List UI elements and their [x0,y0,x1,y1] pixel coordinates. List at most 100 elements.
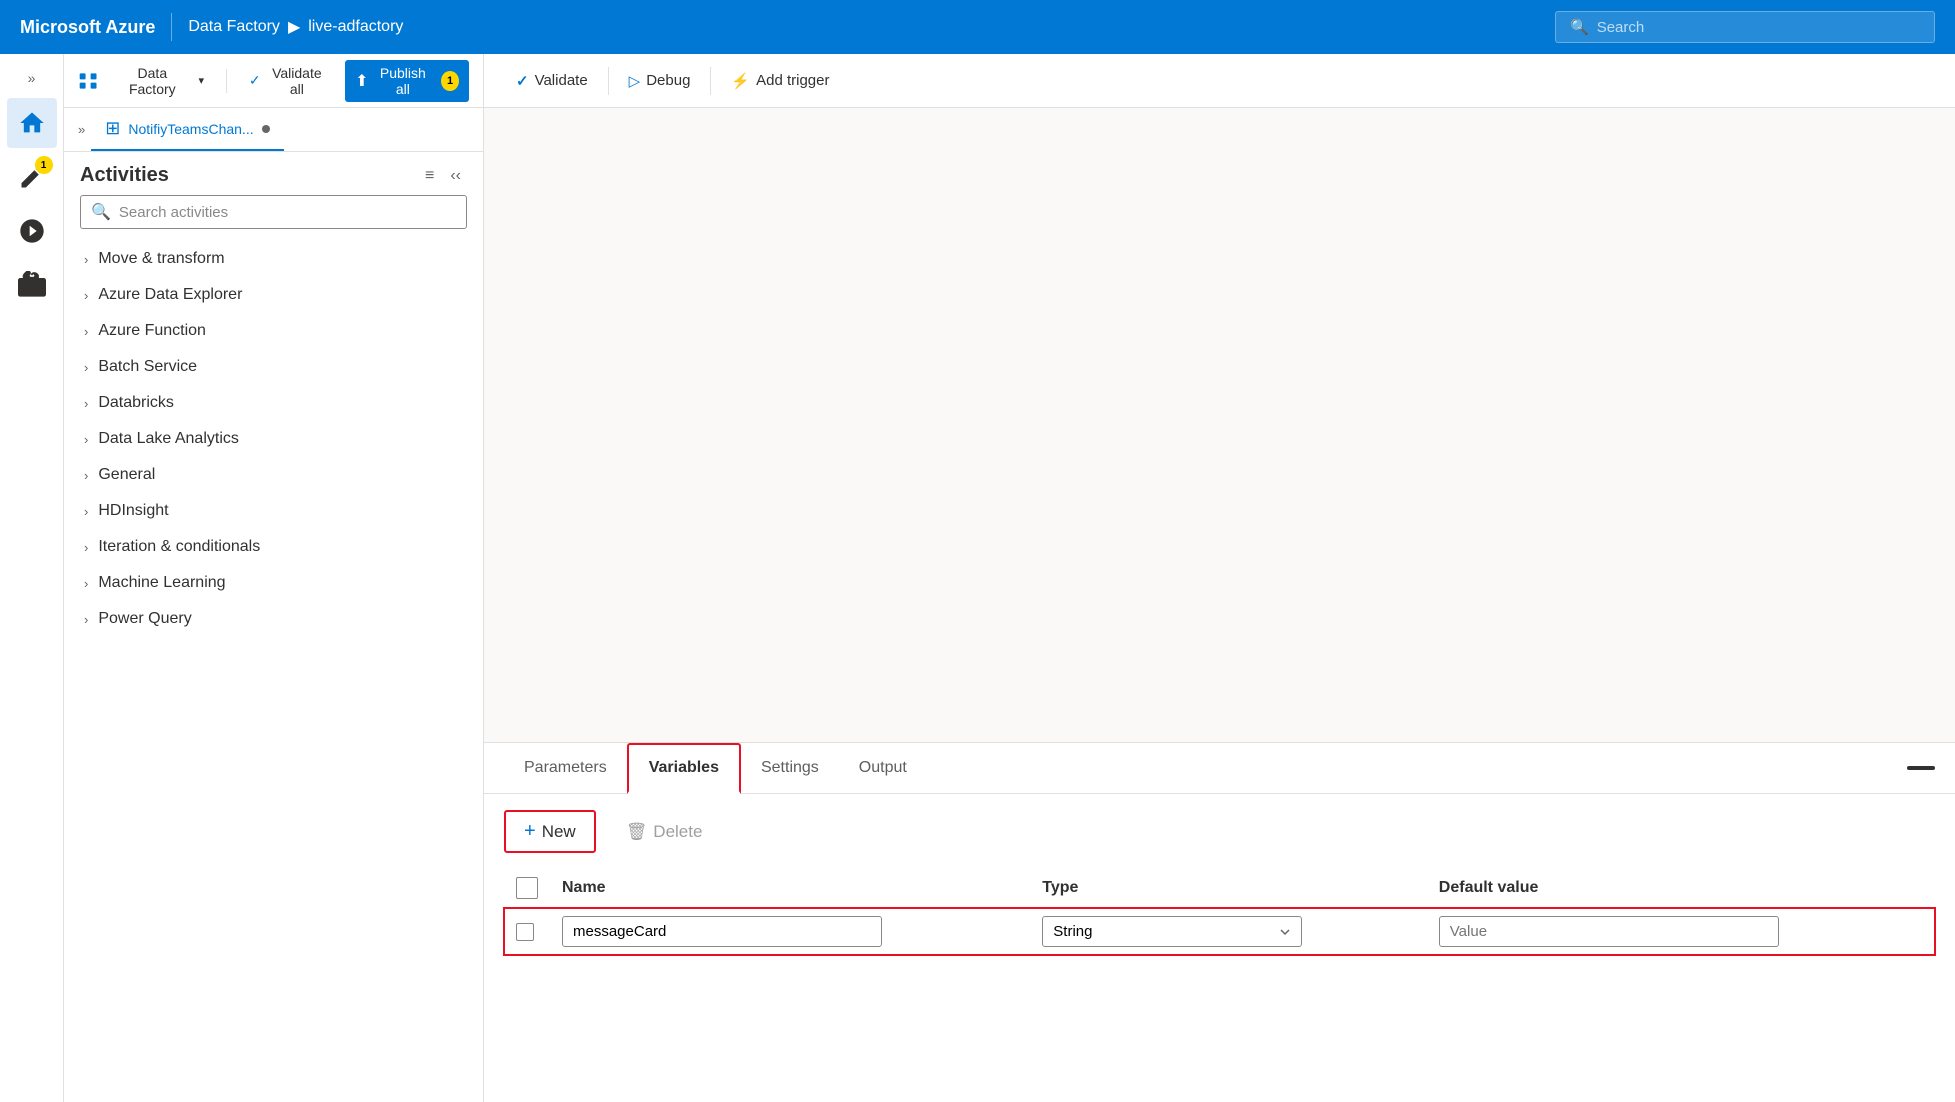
chevron-icon: › [84,468,88,483]
chevron-icon: › [84,576,88,591]
author-badge: 1 [35,156,53,174]
activity-item[interactable]: › Databricks [72,385,475,421]
chevron-icon: › [84,504,88,519]
activity-item[interactable]: › Move & transform [72,241,475,277]
trash-icon: 🗑 [626,822,648,842]
chevron-icon: › [84,432,88,447]
trigger-icon: ⚡ [731,72,750,90]
variable-type-select[interactable]: String Boolean Integer Array [1042,916,1302,947]
unsaved-indicator [262,125,270,133]
collapse-panel-btn[interactable]: ‹‹ [444,165,467,187]
delete-label: Delete [653,822,702,842]
validate-all-btn[interactable]: ✓ Validate all [239,60,337,102]
bottom-tab-bar: Parameters Variables Settings Output [484,743,1955,794]
activity-label: Azure Data Explorer [98,286,242,304]
add-trigger-btn[interactable]: ⚡ Add trigger [719,66,841,96]
settings-tab-label: Settings [761,759,819,776]
data-factory-label: Data Factory [116,65,188,97]
icon-sidebar: » 1 [0,54,64,1102]
activity-item[interactable]: › Data Lake Analytics [72,421,475,457]
pipeline-tab[interactable]: ⊞ NotifiyTeamsChan... [91,108,283,151]
main-area: ✓ Validate ▷ Debug ⚡ Add trigger Paramet… [484,54,1955,1102]
activity-label: Move & transform [98,250,224,268]
add-trigger-label: Add trigger [756,72,829,89]
activity-label: Databricks [98,394,174,412]
activities-header: Activities ≡ ‹‹ [64,152,483,195]
row-checkbox-cell [504,908,550,956]
sidebar-collapse-btn[interactable]: » [0,62,63,94]
activity-label: Batch Service [98,358,197,376]
sidebar-icon-monitor[interactable] [7,206,57,256]
sidebar-icon-home[interactable] [7,98,57,148]
variables-table: Name Type Default value [504,869,1935,955]
activity-label: Data Lake Analytics [98,430,239,448]
chevron-icon: › [84,288,88,303]
delete-variable-btn[interactable]: 🗑 Delete [608,814,721,850]
select-all-header [504,869,550,908]
row-checkbox[interactable] [516,923,534,941]
top-nav: Microsoft Azure Data Factory ▶ live-adfa… [0,0,1955,54]
activity-item[interactable]: › Iteration & conditionals [72,529,475,565]
activity-item[interactable]: › HDInsight [72,493,475,529]
variable-default-value-input[interactable] [1439,916,1779,947]
tab-bar-chevron[interactable]: » [72,122,91,137]
activity-label: General [98,466,155,484]
variables-tab-label: Variables [649,759,719,776]
activities-panel: Data Factory ▾ ✓ Validate all ⬆ Publish … [64,54,484,1102]
tab-variables[interactable]: Variables [627,743,741,794]
data-factory-icon [78,70,98,92]
global-search[interactable]: 🔍 [1555,11,1935,43]
collapse-all-btn[interactable]: ≡ [419,165,440,187]
activity-item[interactable]: › Power Query [72,601,475,637]
app-layout: » 1 [0,54,1955,1102]
tab-parameters[interactable]: Parameters [504,745,627,793]
collapse-buttons: ≡ ‹‹ [419,165,467,187]
data-factory-btn[interactable]: Data Factory ▾ [106,60,214,102]
activity-item[interactable]: › General [72,457,475,493]
activities-search-box[interactable]: 🔍 [80,195,467,229]
validate-btn[interactable]: ✓ Validate [504,66,600,96]
sidebar-icon-author[interactable]: 1 [7,152,57,202]
toolbar-div1 [608,67,609,95]
output-tab-label: Output [859,759,907,776]
default-value-cell [1427,908,1935,956]
pipeline-canvas [484,108,1955,742]
search-input[interactable] [1597,19,1920,36]
plus-icon: + [524,820,536,843]
minimize-panel-btn[interactable] [1907,766,1935,770]
new-variable-btn[interactable]: + New [504,810,596,853]
toolbar-separator [226,69,227,93]
activity-item[interactable]: › Azure Function [72,313,475,349]
type-cell: String Boolean Integer Array [1030,908,1427,956]
chevron-icon: › [84,360,88,375]
publish-badge: 1 [441,71,459,91]
canvas-toolbar: ✓ Validate ▷ Debug ⚡ Add trigger [484,54,1955,108]
sub-toolbar: Data Factory ▾ ✓ Validate all ⬆ Publish … [64,54,483,108]
activities-search-input[interactable] [119,204,456,221]
select-all-checkbox[interactable] [516,877,538,899]
brand-name: Microsoft Azure [20,17,155,38]
search-icon: 🔍 [1570,18,1589,36]
activity-label: Power Query [98,610,191,628]
validate-all-label: Validate all [267,65,327,97]
chevron-icon: › [84,540,88,555]
activity-item[interactable]: › Batch Service [72,349,475,385]
chevron-icon: › [84,396,88,411]
parameters-tab-label: Parameters [524,759,607,776]
tab-settings[interactable]: Settings [741,745,839,793]
breadcrumb: Data Factory ▶ live-adfactory [188,17,403,37]
toolbar-div2 [710,67,711,95]
sidebar-icon-toolbox[interactable] [7,260,57,310]
chevron-icon: › [84,324,88,339]
publish-all-btn[interactable]: ⬆ Publish all 1 [345,60,469,102]
activity-item[interactable]: › Azure Data Explorer [72,277,475,313]
action-bar: + New 🗑 Delete [504,810,1935,853]
activities-title: Activities [80,164,169,187]
pipeline-tab-bar: » ⊞ NotifiyTeamsChan... [64,108,483,152]
activity-item[interactable]: › Machine Learning [72,565,475,601]
df-chevron-icon: ▾ [198,74,204,87]
validate-checkmark-icon: ✓ [516,72,529,90]
debug-btn[interactable]: ▷ Debug [617,66,703,96]
tab-output[interactable]: Output [839,745,927,793]
variable-name-input[interactable] [562,916,882,947]
